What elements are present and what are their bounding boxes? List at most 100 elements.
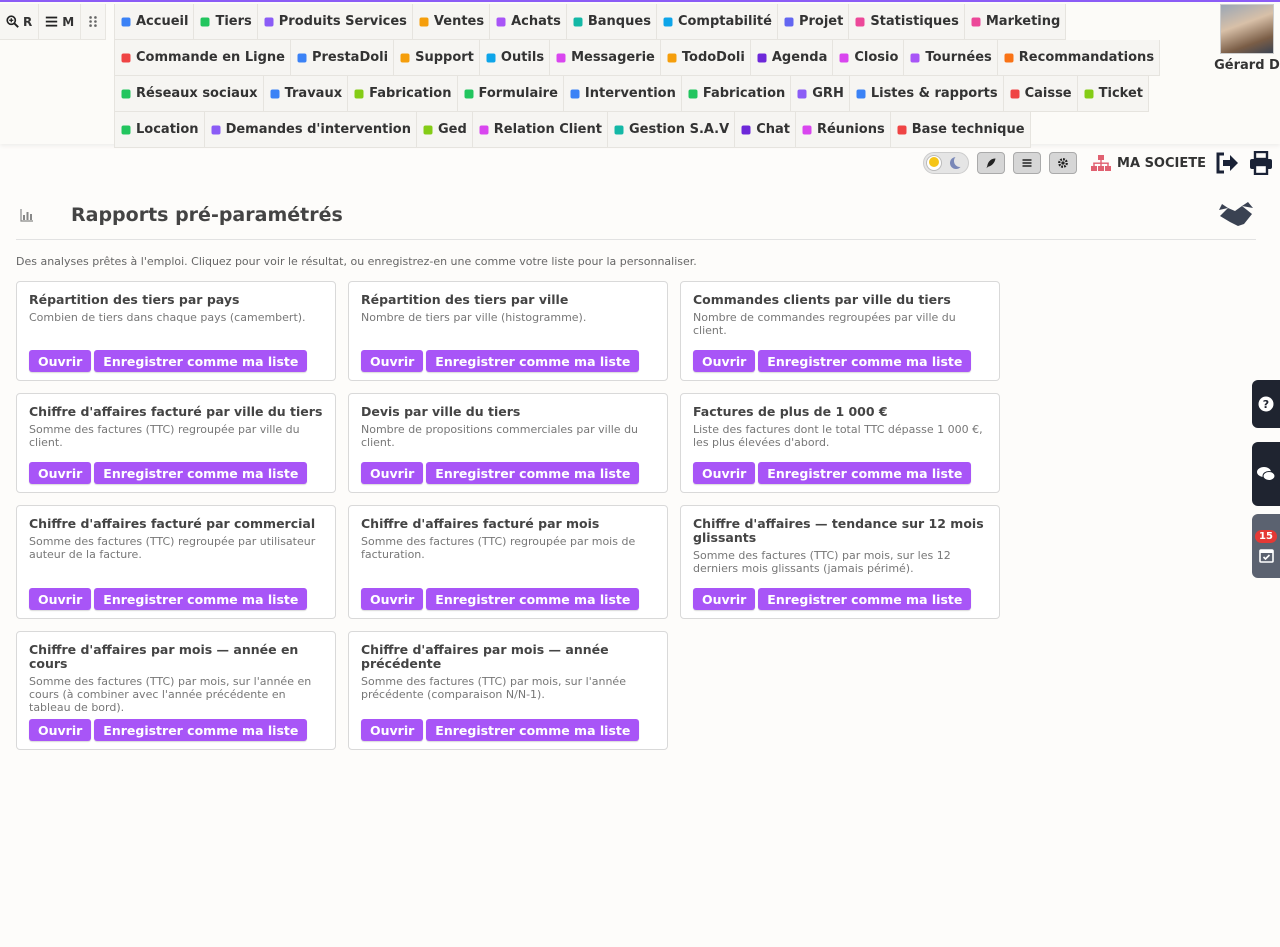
- menu-item[interactable]: Ged: [416, 112, 473, 148]
- menu-item[interactable]: Base technique: [890, 112, 1031, 148]
- menu-item[interactable]: Tournées: [904, 40, 998, 76]
- chat-tab[interactable]: [1252, 442, 1280, 506]
- toolbar: MA SOCIETE: [923, 148, 1280, 178]
- save-as-my-list-button[interactable]: Enregistrer comme ma liste: [94, 462, 308, 484]
- menu-item[interactable]: Marketing: [964, 4, 1067, 40]
- menu-item-label: Formulaire: [478, 86, 558, 101]
- save-as-my-list-button[interactable]: Enregistrer comme ma liste: [426, 588, 640, 610]
- menu-item[interactable]: Demandes d'intervention: [204, 112, 417, 148]
- menu-item[interactable]: Chat: [735, 112, 796, 148]
- save-as-my-list-button[interactable]: Enregistrer comme ma liste: [758, 462, 972, 484]
- menu-item[interactable]: Agenda: [750, 40, 834, 76]
- open-report-button[interactable]: Ouvrir: [361, 719, 424, 741]
- menu-item[interactable]: Fabrication: [681, 76, 792, 112]
- menu-item[interactable]: Recommandations: [997, 40, 1161, 76]
- save-as-my-list-button[interactable]: Enregistrer comme ma liste: [94, 588, 308, 610]
- menu-item[interactable]: Produits Services: [257, 4, 413, 40]
- folder-icon: [423, 125, 433, 134]
- open-report-button[interactable]: Ouvrir: [361, 588, 424, 610]
- menu-item[interactable]: Statistiques: [849, 4, 965, 40]
- save-as-my-list-button[interactable]: Enregistrer comme ma liste: [758, 588, 972, 610]
- save-as-my-list-button[interactable]: Enregistrer comme ma liste: [94, 719, 308, 741]
- open-report-button[interactable]: Ouvrir: [693, 350, 756, 372]
- company-link[interactable]: MA SOCIETE: [1091, 155, 1206, 171]
- menu-item[interactable]: TodoDoli: [660, 40, 751, 76]
- menu-item[interactable]: GRH: [791, 76, 850, 112]
- save-as-my-list-button[interactable]: Enregistrer comme ma liste: [426, 350, 640, 372]
- sitemap-icon: [784, 17, 794, 26]
- menu-item-label: Support: [415, 50, 474, 65]
- menu-item[interactable]: Outils: [479, 40, 551, 76]
- apps-button[interactable]: [81, 4, 107, 40]
- menu-item[interactable]: Fabrication: [348, 76, 458, 112]
- sign-out-icon: [1216, 152, 1238, 174]
- user-name: Gérard D: [1214, 58, 1280, 73]
- menu-item[interactable]: Intervention: [563, 76, 682, 112]
- menu-item[interactable]: PrestaDoli: [290, 40, 395, 76]
- menu-item[interactable]: Travaux: [263, 76, 349, 112]
- menu-item-label: Banques: [587, 14, 651, 29]
- report-card: Chiffre d'affaires facturé par mois Somme…: [348, 505, 668, 619]
- menu-button[interactable]: M: [39, 4, 82, 40]
- save-as-my-list-button[interactable]: Enregistrer comme ma liste: [94, 350, 308, 372]
- menu-item[interactable]: Projet: [777, 4, 850, 40]
- report-card: Chiffre d'affaires — tendance sur 12 moi…: [680, 505, 1000, 619]
- open-report-button[interactable]: Ouvrir: [29, 350, 92, 372]
- menu-item[interactable]: Réseaux sociaux: [114, 76, 264, 112]
- open-report-button[interactable]: Ouvrir: [29, 462, 92, 484]
- settings-button[interactable]: [1049, 152, 1078, 174]
- menu-item[interactable]: Réunions: [795, 112, 891, 148]
- question-circle-icon: ?: [1258, 396, 1274, 412]
- menu-item[interactable]: Gestion S.A.V: [607, 112, 736, 148]
- home-icon: [121, 17, 131, 26]
- menu-item[interactable]: Messagerie: [550, 40, 661, 76]
- menu-item[interactable]: Ventes: [412, 4, 491, 40]
- menu-item[interactable]: Commande en Ligne: [114, 40, 291, 76]
- print-button[interactable]: [1248, 150, 1274, 176]
- report-card-title: Chiffre d'affaires facturé par mois: [361, 516, 600, 531]
- open-report-button[interactable]: Ouvrir: [29, 588, 92, 610]
- save-as-my-list-button[interactable]: Enregistrer comme ma liste: [758, 350, 972, 372]
- calendar-check-icon: [1258, 548, 1274, 563]
- menu-item-label: Agenda: [771, 50, 828, 65]
- save-as-my-list-button[interactable]: Enregistrer comme ma liste: [426, 462, 640, 484]
- user-block[interactable]: Gérard D: [1214, 4, 1280, 73]
- menu-item[interactable]: Caisse: [1003, 76, 1078, 112]
- users-icon: [797, 89, 807, 98]
- menu-item[interactable]: Ticket: [1077, 76, 1149, 112]
- menu-item[interactable]: Accueil: [114, 4, 195, 40]
- menu-item[interactable]: Achats: [490, 4, 567, 40]
- theme-toggle[interactable]: [923, 152, 970, 174]
- open-report-button[interactable]: Ouvrir: [361, 350, 424, 372]
- report-card-description: Nombre de commandes regroupées par ville…: [693, 311, 956, 337]
- list-button[interactable]: [1013, 152, 1042, 174]
- menu-item[interactable]: Location: [114, 112, 205, 148]
- search-button[interactable]: R: [0, 4, 40, 40]
- cubes-icon: [264, 17, 274, 26]
- feather-button[interactable]: [977, 152, 1006, 174]
- left-buttons: R M: [0, 4, 107, 40]
- open-report-button[interactable]: Ouvrir: [693, 588, 756, 610]
- page-title: Rapports pré-paramétrés: [71, 204, 343, 226]
- route-icon: [910, 53, 920, 62]
- agenda-tab[interactable]: 15: [1252, 514, 1280, 578]
- help-tab[interactable]: ?: [1252, 380, 1280, 428]
- menu-item[interactable]: Relation Client: [472, 112, 608, 148]
- open-report-button[interactable]: Ouvrir: [693, 462, 756, 484]
- menu-item[interactable]: Banques: [566, 4, 657, 40]
- save-as-my-list-button[interactable]: Enregistrer comme ma liste: [426, 719, 640, 741]
- top-bar: R M Accueil Tiers Produits Services Ventes A…: [0, 0, 1280, 148]
- menu-item[interactable]: Formulaire: [457, 76, 564, 112]
- menu-item-label: Intervention: [584, 86, 676, 101]
- open-report-button[interactable]: Ouvrir: [29, 719, 92, 741]
- menu-item[interactable]: Tiers: [194, 4, 258, 40]
- menu-item[interactable]: Support: [394, 40, 480, 76]
- open-report-button[interactable]: Ouvrir: [361, 462, 424, 484]
- menu-item[interactable]: Comptabilité: [656, 4, 778, 40]
- menu-item[interactable]: Listes & rapports: [849, 76, 1004, 112]
- avatar[interactable]: [1220, 4, 1274, 54]
- scale-icon: [663, 17, 673, 26]
- logout-button[interactable]: [1214, 150, 1240, 176]
- menu-item[interactable]: Closio: [833, 40, 905, 76]
- video-icon: [802, 125, 812, 134]
